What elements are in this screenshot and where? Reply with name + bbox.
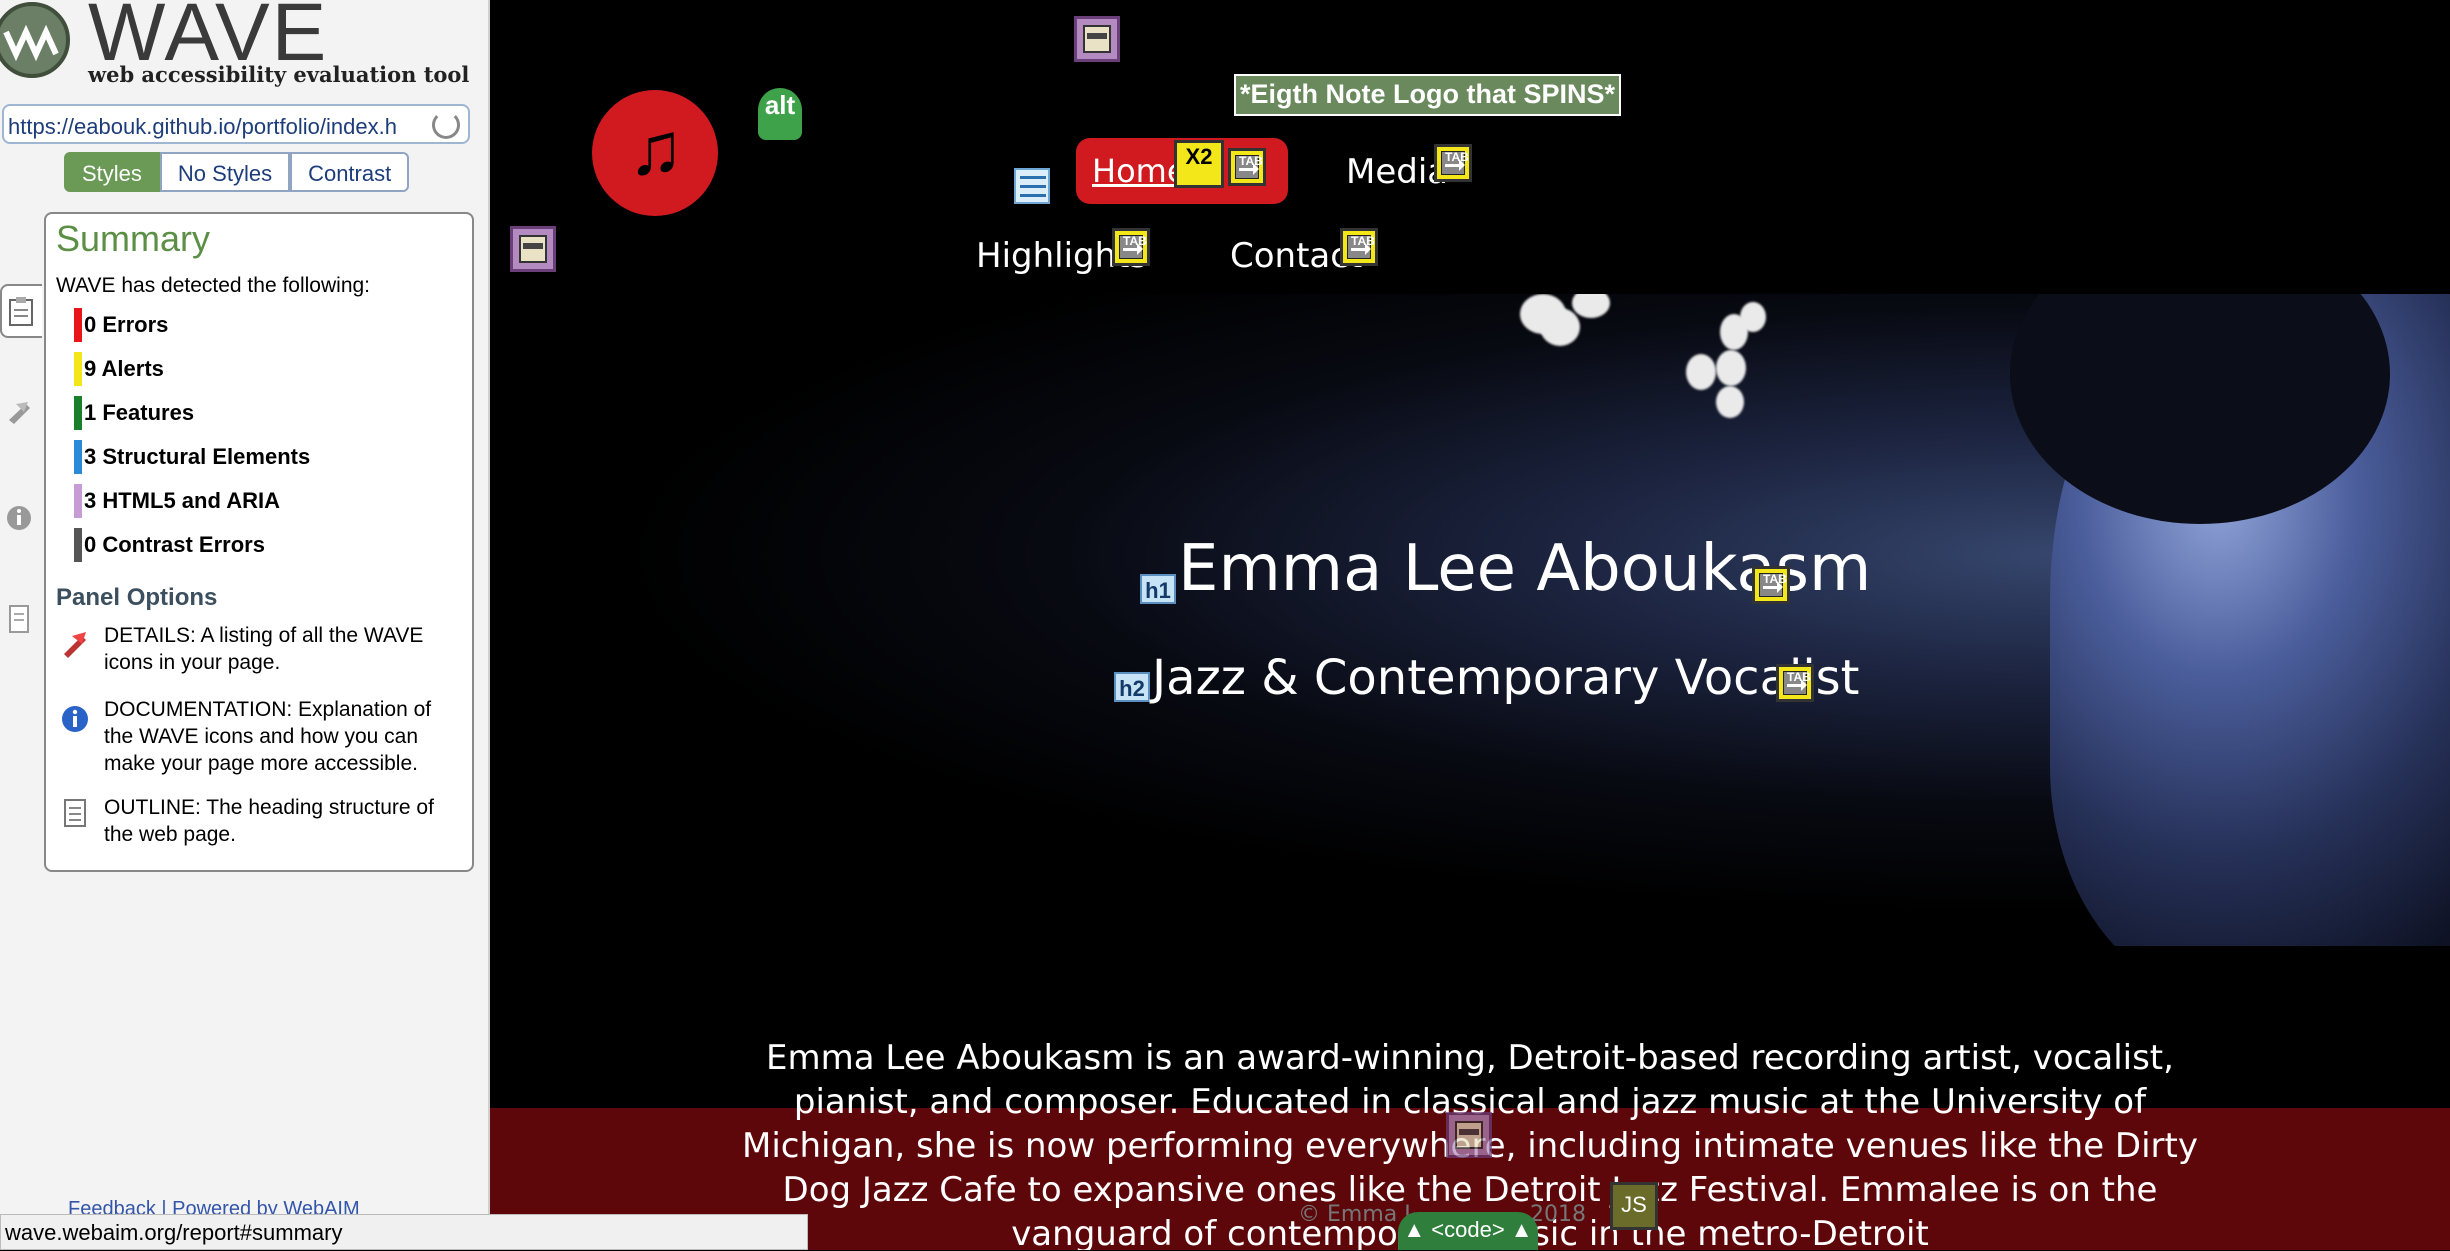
javascript-icon[interactable]: JS — [1610, 1182, 1658, 1230]
stat-color-bar — [74, 528, 82, 562]
stat-label: 3 Structural Elements — [84, 444, 311, 469]
wave-sidebar: WAVE web accessibility evaluation tool h… — [0, 0, 490, 1250]
reload-icon[interactable] — [432, 111, 460, 139]
stat-html5-aria[interactable]: 3 HTML5 and ARIA — [74, 484, 280, 518]
evaluated-page: ♫ alt *Eigth Note Logo that SPINS* Home … — [490, 0, 2450, 1250]
eighth-note-icon: ♫ — [628, 107, 684, 190]
bokeh-light — [1716, 350, 1746, 386]
wave-tagline: web accessibility evaluation tool — [88, 62, 470, 87]
wave-logo[interactable]: WAVE web accessibility evaluation tool — [0, 0, 488, 92]
stat-color-bar — [74, 308, 82, 342]
tab-contrast[interactable]: Contrast — [290, 152, 410, 192]
copyright-year: 2018 — [1530, 1202, 1586, 1227]
stat-features[interactable]: 1 Features — [74, 396, 194, 430]
stat-contrast[interactable]: 0 Contrast Errors — [74, 528, 265, 562]
tabindex-icon[interactable]: TAB — [1340, 228, 1378, 266]
structure-icon[interactable] — [510, 226, 556, 272]
stat-color-bar — [74, 440, 82, 474]
option-outline[interactable]: OUTLINE: The heading structure of the we… — [104, 794, 464, 848]
stat-label: 1 Features — [84, 400, 195, 425]
summary-panel: Summary WAVE has detected the following:… — [44, 212, 474, 872]
code-toggle-button[interactable]: ▲ <code> ▲ — [1398, 1212, 1538, 1250]
option-details[interactable]: DETAILS: A listing of all the WAVE icons… — [104, 622, 464, 676]
stat-errors[interactable]: 0 Errors — [74, 308, 168, 342]
nav-home-label: Home — [1092, 152, 1187, 190]
option-documentation[interactable]: DOCUMENTATION: Explanation of the WAVE i… — [104, 696, 464, 777]
stat-color-bar — [74, 352, 82, 386]
stat-label: 9 Alerts — [84, 356, 164, 381]
url-text: https://eabouk.github.io/portfolio/index… — [8, 114, 397, 139]
stat-alerts[interactable]: 9 Alerts — [74, 352, 164, 386]
list-icon[interactable] — [1014, 168, 1050, 204]
structure-icon[interactable] — [1446, 1112, 1492, 1158]
bokeh-light — [1740, 302, 1766, 332]
stat-color-bar — [74, 484, 82, 518]
clipboard-icon — [9, 297, 33, 326]
summary-subtitle: WAVE has detected the following: — [56, 274, 371, 297]
stat-structural[interactable]: 3 Structural Elements — [74, 440, 310, 474]
tabindex-icon[interactable]: TAB — [1776, 664, 1814, 702]
tab-no-styles[interactable]: No Styles — [159, 152, 291, 192]
hero-image — [490, 294, 2450, 946]
structure-icon[interactable] — [1074, 16, 1120, 62]
panel-options-title: Panel Options — [56, 584, 218, 611]
eighth-note-logo[interactable]: ♫ — [592, 90, 718, 216]
info-icon — [7, 506, 31, 530]
tabindex-icon[interactable]: TAB — [1112, 228, 1150, 266]
url-input[interactable]: https://eabouk.github.io/portfolio/index… — [2, 104, 470, 144]
wave-logo-mark-icon — [0, 2, 70, 78]
documentation-tab[interactable] — [0, 492, 40, 542]
stat-color-bar — [74, 396, 82, 430]
flag-icon — [9, 402, 30, 424]
redundant-link-x2-icon[interactable]: X2 — [1174, 140, 1224, 188]
bokeh-light — [1540, 308, 1580, 346]
browser-status-bar: wave.webaim.org/report#summary — [0, 1214, 808, 1250]
bokeh-light — [1716, 386, 1744, 418]
details-tab[interactable] — [0, 386, 40, 436]
logo-alt-text-label: *Eigth Note Logo that SPINS* — [1234, 74, 1621, 116]
view-mode-tabs: Styles No Styles Contrast — [64, 152, 410, 192]
bokeh-light — [1572, 294, 1610, 318]
info-icon — [62, 706, 88, 732]
bokeh-light — [1686, 354, 1716, 390]
alt-feature-icon[interactable]: alt — [758, 88, 802, 140]
document-icon — [64, 799, 86, 827]
stat-label: 0 Errors — [84, 312, 169, 337]
nav-media-link[interactable]: Media — [1346, 152, 1448, 192]
outline-tab[interactable] — [0, 594, 40, 644]
tabindex-icon[interactable]: TAB — [1434, 144, 1472, 182]
stat-label: 0 Contrast Errors — [84, 532, 265, 557]
document-icon — [9, 605, 29, 633]
tabindex-icon[interactable]: TAB — [1752, 566, 1790, 604]
tab-styles[interactable]: Styles — [64, 152, 160, 192]
flag-icon — [64, 632, 86, 658]
tabindex-icon[interactable]: TAB — [1228, 148, 1266, 186]
stat-label: 3 HTML5 and ARIA — [84, 488, 280, 513]
h1-tag-icon[interactable]: h1 — [1140, 574, 1176, 604]
hero-subtitle: Jazz & Contemporary Vocalist — [1152, 650, 1860, 706]
summary-title: Summary — [56, 218, 211, 259]
h2-tag-icon[interactable]: h2 — [1114, 672, 1150, 702]
summary-tab[interactable] — [0, 284, 42, 338]
